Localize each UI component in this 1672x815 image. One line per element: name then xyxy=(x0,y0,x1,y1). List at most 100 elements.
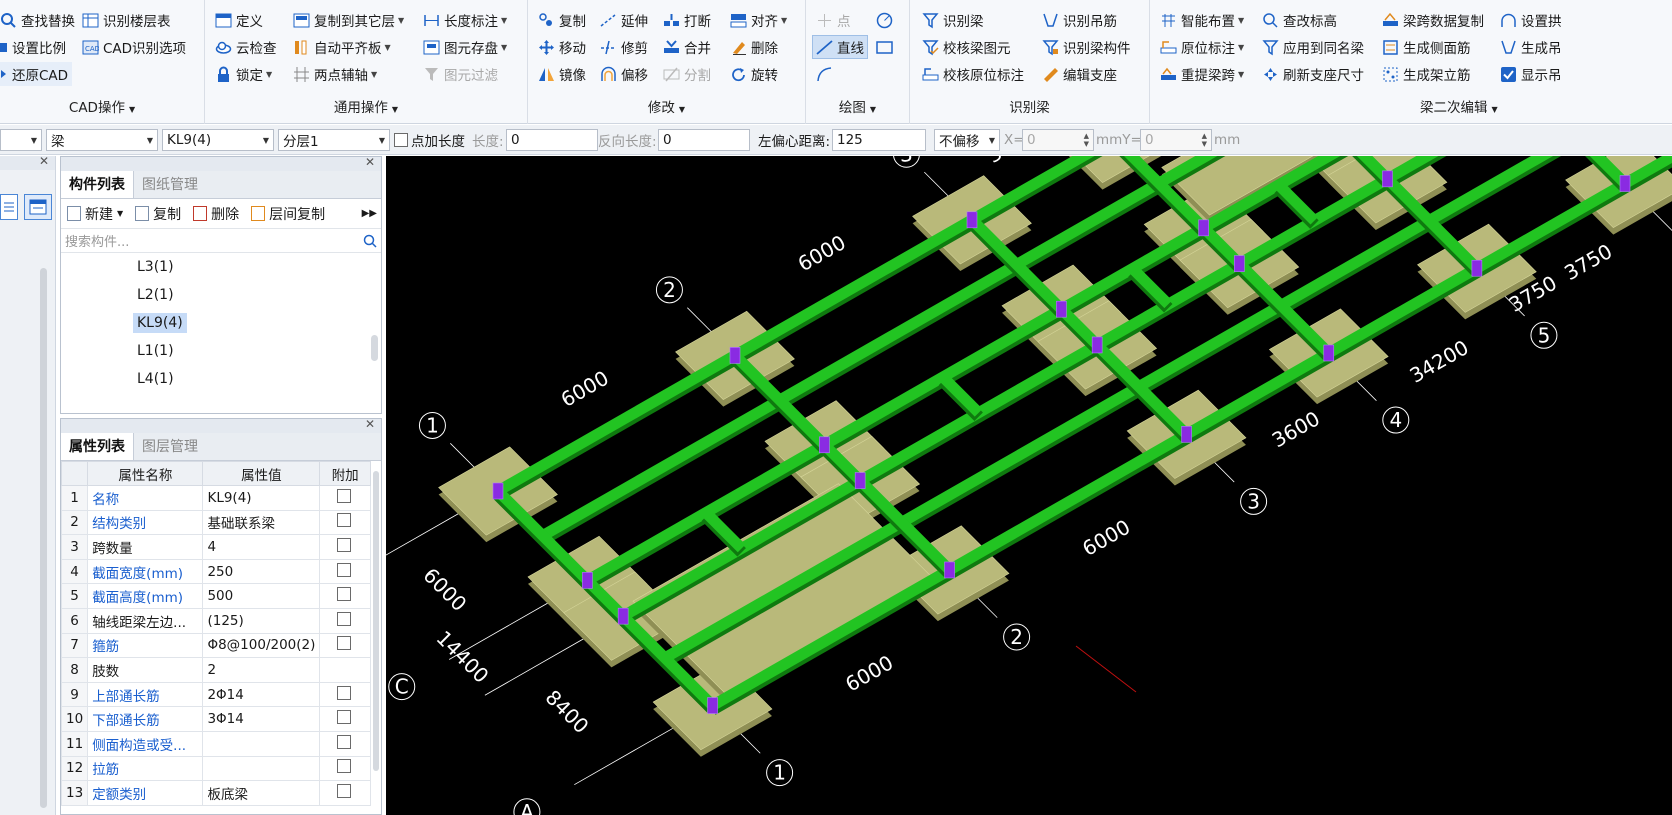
length-input[interactable]: 0 xyxy=(506,129,598,151)
table-row[interactable]: 1 名称 KL9(4) xyxy=(60,485,371,511)
table-row[interactable]: 5 截面高度(mm) 500 xyxy=(60,583,371,609)
tab-component-list[interactable]: 构件列表 xyxy=(61,171,134,198)
in-situ-mark-button[interactable]: 原位标注 ▼ xyxy=(1160,35,1244,59)
table-row[interactable]: 13 定额类别 板底梁 xyxy=(60,780,371,806)
copy-button[interactable]: 复制 xyxy=(538,8,586,32)
find-replace-button[interactable]: 查找替换 xyxy=(0,8,75,32)
table-row[interactable]: 8 肢数 2 xyxy=(60,657,371,683)
gen-hanger-button[interactable]: 生成吊 xyxy=(1500,35,1562,59)
more-options-icon[interactable]: ▶▶ xyxy=(362,208,377,219)
point-button[interactable]: 点 xyxy=(816,8,851,32)
identify-hanger-button[interactable]: 识别吊筋 xyxy=(1042,8,1117,32)
list-item[interactable]: L1(1) xyxy=(61,337,381,365)
list-view-button[interactable] xyxy=(0,194,18,220)
extra-checkbox[interactable] xyxy=(336,685,351,700)
re-extract-span-button[interactable]: 重提梁跨 ▼ xyxy=(1160,62,1244,86)
move-button[interactable]: 移动 xyxy=(538,35,586,59)
table-row[interactable]: 9 上部通长筋 2Φ14 xyxy=(60,681,371,708)
table-row[interactable]: 10 下部通长筋 3Φ14 xyxy=(60,706,371,732)
close-icon[interactable]: ✕ xyxy=(365,155,375,169)
table-row[interactable]: 11 侧面构造或受... xyxy=(60,730,371,757)
group-label-draw[interactable]: 绘图 ▼ xyxy=(806,96,909,116)
extra-checkbox[interactable] xyxy=(336,734,351,749)
break-button[interactable]: 打断 xyxy=(663,8,711,32)
offset-mode-combo[interactable]: 不偏移 ▼ xyxy=(934,129,1000,151)
group-label-general-ops[interactable]: 通用操作 ▼ xyxy=(205,96,527,116)
copy-to-other-floor-button[interactable]: 复制到其它层 ▼ xyxy=(293,8,404,32)
length-dimension-button[interactable]: 长度标注 ▼ xyxy=(423,8,507,32)
table-row[interactable]: 3 跨数量 4 xyxy=(60,534,371,560)
cad-identify-options-button[interactable]: CAD CAD识别选项 xyxy=(82,35,186,59)
check-in-situ-button[interactable]: 校核原位标注 xyxy=(922,62,1024,86)
trim-button[interactable]: 修剪 xyxy=(600,35,648,59)
lock-button[interactable]: 锁定 ▼ xyxy=(215,62,272,86)
merge-button[interactable]: 合并 xyxy=(663,35,711,59)
group-label-beam-secondary-edit[interactable]: 梁二次编辑 ▼ xyxy=(1420,96,1672,116)
table-row[interactable]: 7 箍筋 Φ8@100/200(2) xyxy=(60,632,371,659)
sublayer-combo[interactable]: 分层1 ▼ xyxy=(278,129,390,151)
set-scale-button[interactable]: 设置比例 xyxy=(0,35,66,59)
list-item[interactable]: L2(1) xyxy=(61,281,381,309)
drawing-viewport[interactable]: 123456789123456789DCADCBA600060003600342… xyxy=(386,156,1672,815)
tab-drawing-management[interactable]: 图纸管理 xyxy=(134,171,206,198)
tab-layer-management[interactable]: 图层管理 xyxy=(134,433,206,460)
x-input[interactable]: 0 ▲ ▼ xyxy=(1022,129,1094,151)
add-length-checkbox[interactable]: 点加长度 xyxy=(394,129,465,151)
rectangle-button[interactable] xyxy=(876,35,897,59)
mirror-button[interactable]: 镜像 xyxy=(538,62,586,86)
tab-property-list[interactable]: 属性列表 xyxy=(61,433,134,460)
table-row[interactable]: 6 轴线距梁左边... (125) xyxy=(60,607,371,634)
set-arch-button[interactable]: 设置拱 xyxy=(1500,8,1562,32)
refresh-support-button[interactable]: 刷新支座尺寸 xyxy=(1262,62,1364,86)
delete-button[interactable]: 删除 xyxy=(730,35,778,59)
extra-checkbox[interactable] xyxy=(336,513,351,528)
extra-checkbox[interactable] xyxy=(336,562,351,577)
smart-layout-button[interactable]: 智能布置 ▼ xyxy=(1160,8,1244,32)
copy-component-button[interactable]: 复制 xyxy=(135,204,181,224)
show-hanger-checkbox[interactable]: 显示吊 xyxy=(1500,62,1562,86)
offset-button[interactable]: 偏移 xyxy=(600,62,648,86)
split-button[interactable]: 分割 xyxy=(663,62,711,86)
extra-checkbox[interactable] xyxy=(336,587,351,602)
element-save-button[interactable]: 图元存盘 ▼ xyxy=(423,35,507,59)
navigation-scrollbar[interactable] xyxy=(40,268,47,808)
rotate-button[interactable]: 旋转 xyxy=(730,62,778,86)
category-combo[interactable]: ▼ xyxy=(0,129,42,151)
group-label-cad-ops[interactable]: CAD操作 ▼ xyxy=(0,96,204,116)
extra-checkbox[interactable] xyxy=(336,636,351,651)
check-beam-element-button[interactable]: 校核梁图元 xyxy=(922,35,1011,59)
grid-view-button[interactable] xyxy=(24,194,52,220)
check-elevation-button[interactable]: 查改标高 xyxy=(1262,8,1337,32)
extra-checkbox[interactable] xyxy=(336,611,351,626)
table-row[interactable]: 4 截面宽度(mm) 250 xyxy=(60,558,371,585)
table-row[interactable]: 2 结构类别 基础联系梁 xyxy=(60,509,371,536)
restore-cad-button[interactable]: 还原CAD xyxy=(0,62,73,86)
component-combo[interactable]: KL9(4) ▼ xyxy=(162,129,274,151)
line-button[interactable]: 直线 xyxy=(812,35,868,59)
group-label-modify[interactable]: 修改 ▼ xyxy=(528,96,805,116)
auto-level-board-button[interactable]: 自动平齐板 ▼ xyxy=(293,35,391,59)
arc-button[interactable] xyxy=(816,62,837,86)
two-point-axis-button[interactable]: 两点辅轴 ▼ xyxy=(293,62,377,86)
edit-support-button[interactable]: 编辑支座 xyxy=(1042,62,1117,86)
span-data-copy-button[interactable]: 梁跨数据复制 xyxy=(1382,8,1484,32)
extra-checkbox[interactable] xyxy=(336,537,351,552)
align-button[interactable]: 对齐 ▼ xyxy=(730,8,787,32)
floor-copy-button[interactable]: 层间复制 xyxy=(251,204,325,224)
new-component-button[interactable]: 新建 ▼ xyxy=(67,204,123,224)
close-icon[interactable]: ✕ xyxy=(365,417,375,431)
apply-same-name-button[interactable]: 应用到同名梁 xyxy=(1262,35,1364,59)
extra-checkbox[interactable] xyxy=(336,710,351,725)
extra-checkbox[interactable] xyxy=(336,759,351,774)
identify-floor-table-button[interactable]: 识别楼层表 xyxy=(82,8,171,32)
list-item[interactable]: L4(1) xyxy=(61,365,381,393)
list-item[interactable]: L3(1) xyxy=(61,253,381,281)
search-input[interactable]: 搜索构件... xyxy=(61,229,381,253)
gen-side-rebar-button[interactable]: 生成侧面筋 xyxy=(1382,35,1471,59)
delete-component-button[interactable]: 删除 xyxy=(193,204,239,224)
table-row[interactable]: 12 拉筋 xyxy=(60,755,371,782)
identify-beam-button[interactable]: 识别梁 xyxy=(922,8,984,32)
gen-erect-rebar-button[interactable]: 生成架立筋 xyxy=(1382,62,1471,86)
reverse-length-input[interactable]: 0 xyxy=(658,129,750,151)
cloud-check-button[interactable]: 云检查 xyxy=(215,35,277,59)
